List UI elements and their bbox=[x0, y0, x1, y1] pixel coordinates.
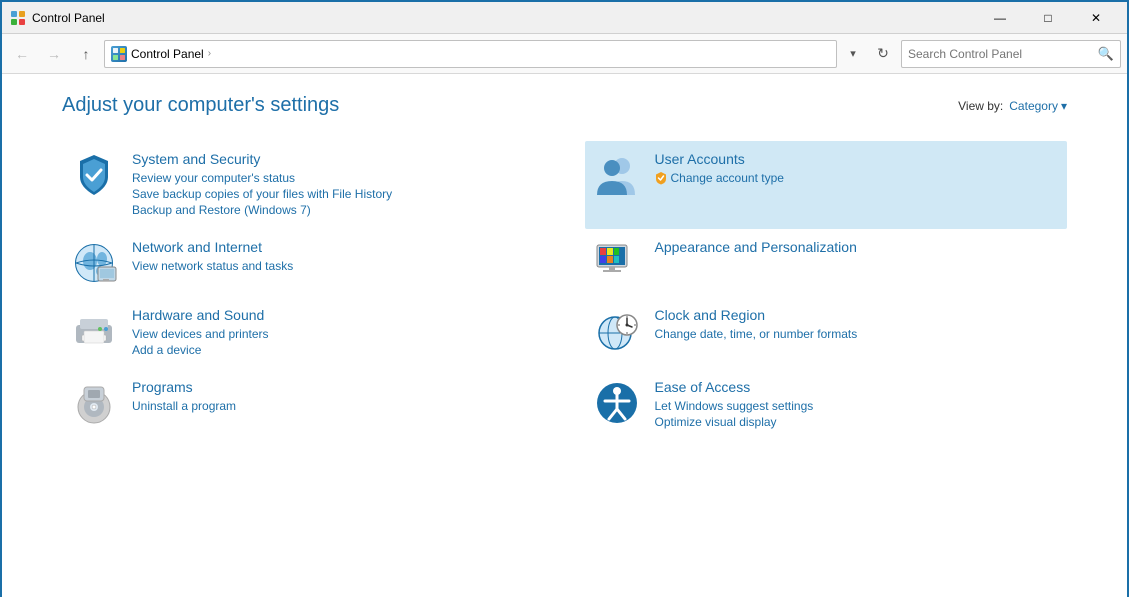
user-accounts-text: User Accounts Change account type bbox=[655, 151, 1060, 187]
app-icon bbox=[10, 10, 26, 26]
ease-of-access-link-2[interactable]: Optimize visual display bbox=[655, 415, 1060, 429]
network-internet-icon bbox=[70, 239, 118, 287]
category-appearance[interactable]: Appearance and Personalization bbox=[585, 229, 1068, 297]
hardware-sound-icon bbox=[70, 307, 118, 355]
search-box[interactable]: 🔍 bbox=[901, 40, 1121, 68]
programs-link-1[interactable]: Uninstall a program bbox=[132, 399, 537, 413]
view-by-dropdown[interactable]: Category ▾ bbox=[1009, 99, 1067, 113]
category-network-internet[interactable]: Network and Internet View network status… bbox=[62, 229, 545, 297]
title-bar: Control Panel — □ ✕ bbox=[2, 2, 1127, 34]
page-title: Adjust your computer's settings bbox=[62, 94, 339, 117]
hardware-sound-link-2[interactable]: Add a device bbox=[132, 343, 537, 357]
path-chevron: › bbox=[208, 48, 211, 59]
clock-region-text: Clock and Region Change date, time, or n… bbox=[655, 307, 1060, 343]
clock-region-icon bbox=[593, 307, 641, 355]
address-path[interactable]: Control Panel › bbox=[104, 40, 837, 68]
search-button[interactable]: 🔍 bbox=[1092, 40, 1120, 68]
appearance-title[interactable]: Appearance and Personalization bbox=[655, 239, 1060, 255]
view-by-label: View by: bbox=[958, 99, 1003, 113]
category-hardware-sound[interactable]: Hardware and Sound View devices and prin… bbox=[62, 297, 545, 369]
category-programs[interactable]: Programs Uninstall a program bbox=[62, 369, 545, 441]
user-accounts-title[interactable]: User Accounts bbox=[655, 151, 1060, 167]
user-accounts-link-1[interactable]: Change account type bbox=[671, 171, 784, 185]
view-by-chevron-icon: ▾ bbox=[1061, 99, 1067, 113]
network-internet-title[interactable]: Network and Internet bbox=[132, 239, 537, 255]
ease-of-access-icon bbox=[593, 379, 641, 427]
ease-of-access-title[interactable]: Ease of Access bbox=[655, 379, 1060, 395]
ease-of-access-text: Ease of Access Let Windows suggest setti… bbox=[655, 379, 1060, 431]
system-security-link-2[interactable]: Save backup copies of your files with Fi… bbox=[132, 187, 537, 201]
address-bar: ← → ↑ Control Panel › ▾ ↻ 🔍 bbox=[2, 34, 1127, 74]
close-button[interactable]: ✕ bbox=[1073, 2, 1119, 34]
hardware-sound-title[interactable]: Hardware and Sound bbox=[132, 307, 537, 323]
window-controls: — □ ✕ bbox=[977, 2, 1119, 34]
address-dropdown-button[interactable]: ▾ bbox=[841, 40, 865, 68]
clock-region-link-1[interactable]: Change date, time, or number formats bbox=[655, 327, 1060, 341]
programs-icon bbox=[70, 379, 118, 427]
programs-title[interactable]: Programs bbox=[132, 379, 537, 395]
refresh-button[interactable]: ↻ bbox=[869, 40, 897, 68]
shield-badge-icon bbox=[655, 171, 667, 185]
system-security-text: System and Security Review your computer… bbox=[132, 151, 537, 219]
category-user-accounts[interactable]: User Accounts Change account type bbox=[585, 141, 1068, 229]
search-input[interactable] bbox=[902, 47, 1092, 61]
category-system-security[interactable]: System and Security Review your computer… bbox=[62, 141, 545, 229]
maximize-button[interactable]: □ bbox=[1025, 2, 1071, 34]
system-security-link-1[interactable]: Review your computer's status bbox=[132, 171, 537, 185]
hardware-sound-text: Hardware and Sound View devices and prin… bbox=[132, 307, 537, 359]
programs-text: Programs Uninstall a program bbox=[132, 379, 537, 415]
ease-of-access-link-1[interactable]: Let Windows suggest settings bbox=[655, 399, 1060, 413]
category-ease-of-access[interactable]: Ease of Access Let Windows suggest setti… bbox=[585, 369, 1068, 441]
hardware-sound-link-1[interactable]: View devices and printers bbox=[132, 327, 537, 341]
path-text: Control Panel bbox=[131, 47, 204, 61]
page-header: Adjust your computer's settings View by:… bbox=[62, 94, 1067, 117]
network-internet-link-1[interactable]: View network status and tasks bbox=[132, 259, 537, 273]
network-internet-text: Network and Internet View network status… bbox=[132, 239, 537, 275]
user-accounts-icon bbox=[593, 151, 641, 199]
categories-grid: System and Security Review your computer… bbox=[62, 141, 1067, 441]
system-security-icon bbox=[70, 151, 118, 199]
forward-button[interactable]: → bbox=[40, 40, 68, 68]
view-by-value-text: Category bbox=[1009, 99, 1058, 113]
main-content: Adjust your computer's settings View by:… bbox=[2, 74, 1127, 599]
window-title: Control Panel bbox=[32, 11, 977, 25]
system-security-title[interactable]: System and Security bbox=[132, 151, 537, 167]
system-security-link-3[interactable]: Backup and Restore (Windows 7) bbox=[132, 203, 537, 217]
appearance-icon bbox=[593, 239, 641, 287]
user-accounts-link-row: Change account type bbox=[655, 171, 1060, 185]
category-clock-region[interactable]: Clock and Region Change date, time, or n… bbox=[585, 297, 1068, 369]
appearance-text: Appearance and Personalization bbox=[655, 239, 1060, 259]
path-icon bbox=[111, 46, 127, 62]
up-button[interactable]: ↑ bbox=[72, 40, 100, 68]
clock-region-title[interactable]: Clock and Region bbox=[655, 307, 1060, 323]
back-button[interactable]: ← bbox=[8, 40, 36, 68]
view-by-control: View by: Category ▾ bbox=[958, 99, 1067, 113]
minimize-button[interactable]: — bbox=[977, 2, 1023, 34]
